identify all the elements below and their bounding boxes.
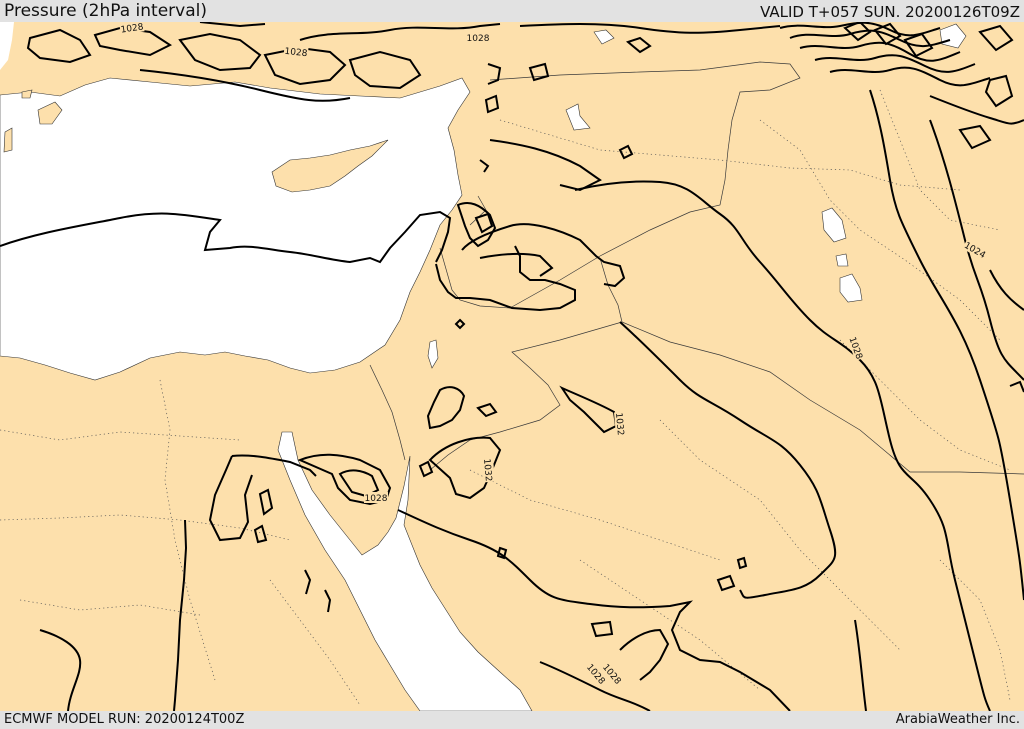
- model-run-label: ECMWF MODEL RUN: 20200124T00Z: [4, 712, 245, 727]
- svg-text:1032: 1032: [481, 458, 493, 482]
- map-footer-bar: ECMWF MODEL RUN: 20200124T00Z ArabiaWeat…: [0, 711, 1024, 729]
- aegean-island-2: [3, 127, 13, 153]
- map-header-bar: Pressure (2hPa interval) VALID T+057 SUN…: [0, 0, 1024, 22]
- isobar-label: 1032: [613, 411, 628, 437]
- isobar-label: 1028: [466, 32, 490, 44]
- isobar-label: 1032: [481, 457, 496, 483]
- svg-text:1028: 1028: [365, 494, 388, 504]
- svg-text:1032: 1032: [613, 412, 625, 436]
- lake-habbaniyah: [835, 253, 849, 267]
- valid-time-label: VALID T+057 SUN. 20200126T09Z: [760, 3, 1020, 21]
- credit-label: ArabiaWeather Inc.: [895, 712, 1020, 727]
- pressure-map: 1028 1028 1028 1028 1032 1032 1028 1028: [0, 22, 1024, 711]
- svg-text:1028: 1028: [467, 34, 490, 44]
- map-title: Pressure (2hPa interval): [4, 1, 207, 21]
- isobar-label: 1028: [364, 492, 388, 504]
- isobar-label: 1028: [283, 44, 309, 59]
